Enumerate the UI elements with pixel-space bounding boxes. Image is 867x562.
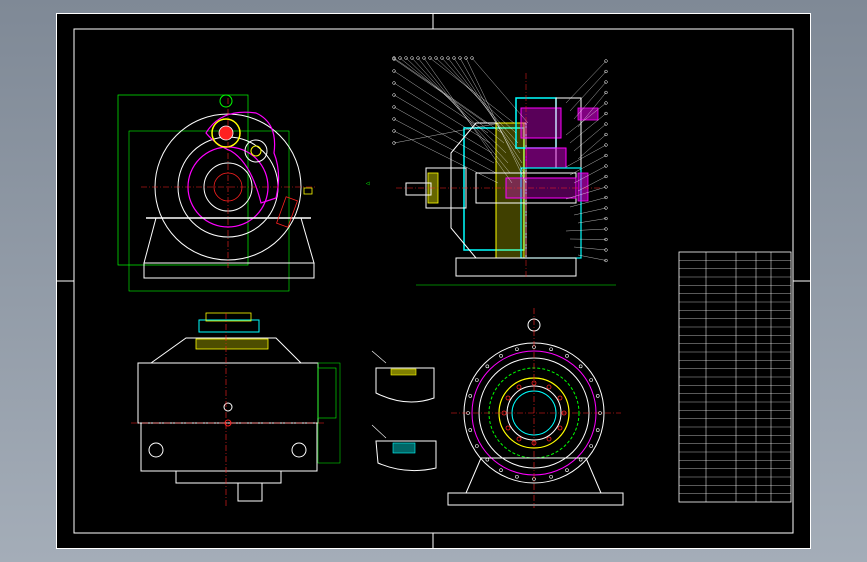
leader-line — [447, 57, 521, 154]
leader-line — [565, 228, 607, 232]
bolt-hole — [565, 468, 569, 472]
detail-view-b[interactable] — [371, 424, 437, 472]
leader-line — [577, 134, 607, 160]
bolt-hole — [505, 395, 511, 401]
bolt-hole — [578, 364, 583, 369]
section-view[interactable]: ◁ — [366, 56, 616, 286]
top-view[interactable] — [131, 312, 341, 508]
leader-line — [577, 254, 607, 261]
leader-line — [577, 218, 607, 224]
leader-line — [393, 130, 499, 184]
bolt-hole — [515, 474, 519, 479]
bolt-hole — [565, 354, 569, 358]
leader-line — [393, 70, 489, 134]
bolt-hole — [578, 457, 583, 462]
front-view[interactable] — [117, 94, 316, 292]
bolt-hole — [557, 425, 563, 431]
title-block[interactable] — [678, 251, 792, 503]
bolt-hole — [595, 428, 600, 432]
bolt-hole — [475, 444, 479, 448]
bolt-hole — [589, 444, 593, 448]
leader-line — [393, 58, 487, 124]
leader-line — [471, 57, 529, 124]
detail-view-a[interactable] — [371, 350, 435, 403]
bolt-hole — [589, 378, 593, 382]
parts-list-rows — [679, 260, 791, 494]
bolt-hole — [557, 395, 563, 401]
leader-line — [573, 123, 607, 152]
bolt-hole — [505, 425, 511, 431]
bolt-hole — [515, 347, 519, 352]
leader-line — [393, 94, 493, 154]
bolt-hole — [595, 394, 600, 398]
leader-line — [565, 60, 607, 104]
inner-border — [73, 28, 794, 534]
leader-line — [459, 57, 525, 174]
leader-line — [569, 238, 607, 240]
drawing-canvas[interactable]: ◁ — [56, 13, 811, 549]
svg-text:◁: ◁ — [366, 180, 370, 187]
bolt-hole — [549, 474, 553, 479]
drawing-sheet[interactable]: ◁ — [56, 13, 811, 549]
leader-line — [569, 71, 607, 112]
leader-line — [573, 207, 607, 216]
leader-line — [393, 122, 501, 144]
leader-balloons-right — [565, 59, 608, 263]
bolt-hole — [549, 347, 553, 352]
leader-line — [393, 118, 497, 174]
bolt-hole — [516, 384, 522, 390]
cad-viewport[interactable]: ◁ — [0, 0, 867, 562]
side-view[interactable] — [447, 308, 624, 508]
bolt-hole — [468, 394, 473, 398]
bolt-hole — [499, 354, 503, 358]
bolt-hole — [499, 468, 503, 472]
bolt-hole — [546, 384, 552, 390]
leader-line — [569, 155, 607, 176]
bolt-hole — [516, 436, 522, 442]
bolt-hole — [485, 364, 490, 369]
leader-line — [573, 246, 607, 251]
bolt-hole — [485, 457, 490, 462]
bolt-hole — [468, 428, 473, 432]
leader-line — [393, 106, 495, 164]
bolt-hole — [475, 378, 479, 382]
leader-line — [565, 144, 607, 168]
bolt-hole — [546, 436, 552, 442]
